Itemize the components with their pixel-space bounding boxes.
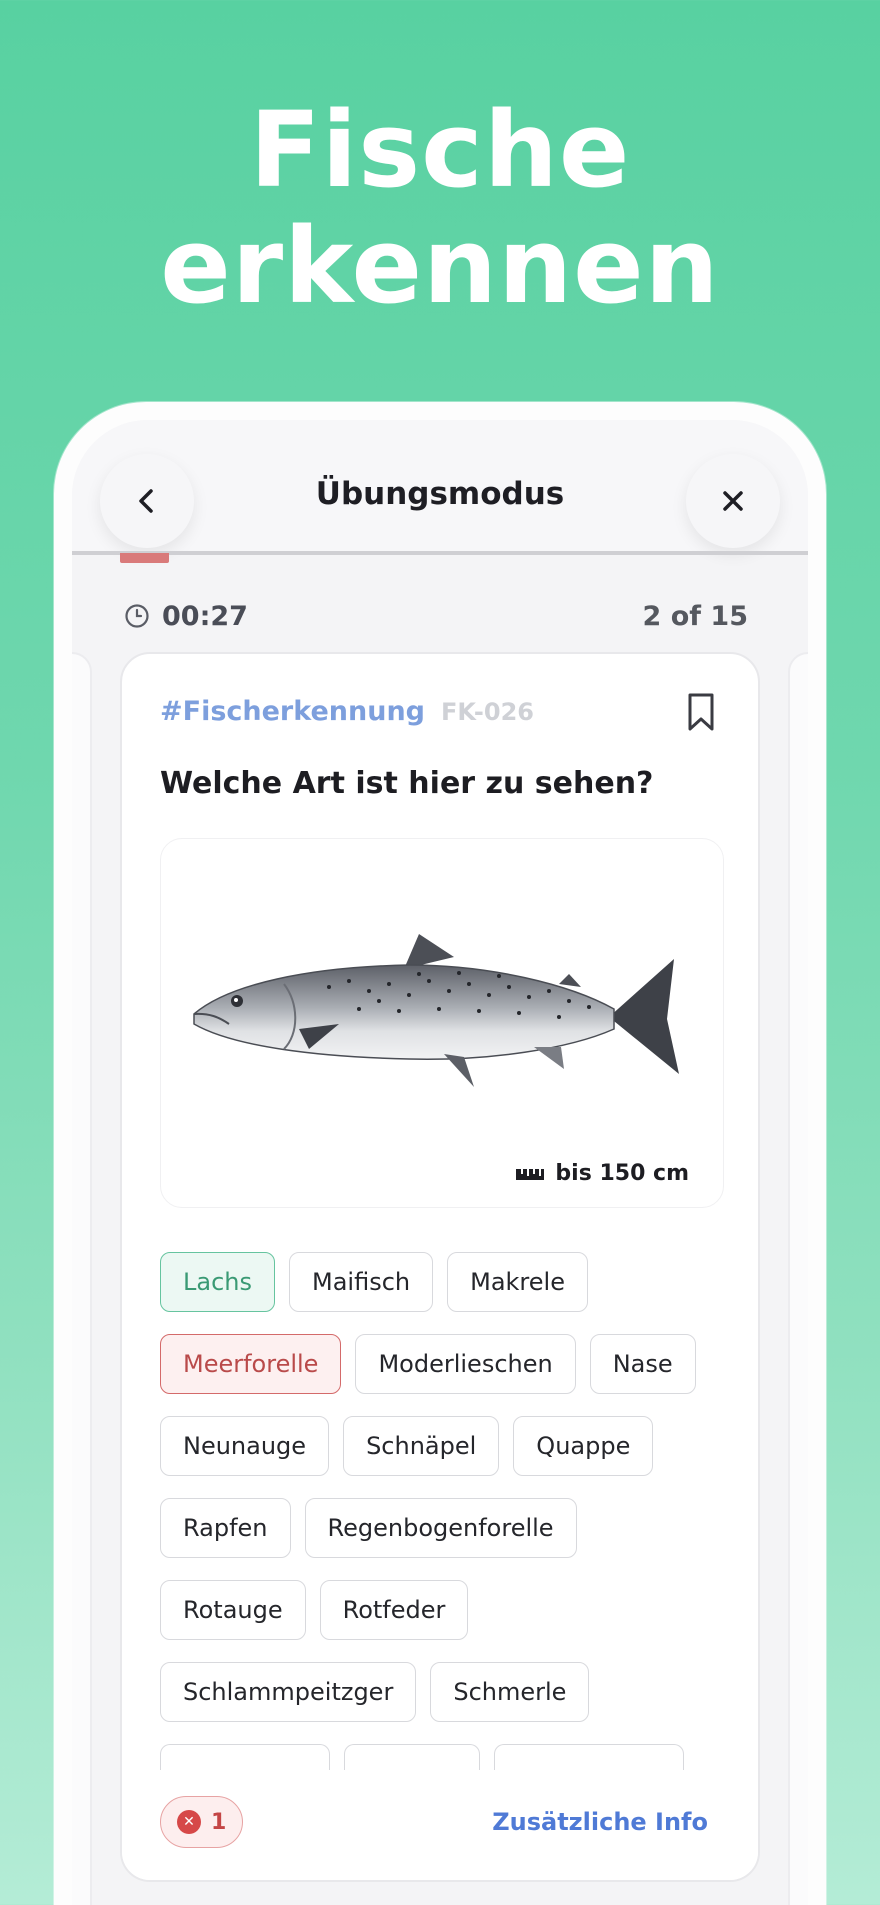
size-value: bis 150 cm (555, 1161, 689, 1186)
options-row: Lachs Maifisch Makrele (160, 1252, 740, 1312)
close-icon (723, 491, 743, 511)
option-schnaepel[interactable]: Schnäpel (343, 1416, 500, 1476)
close-button[interactable] (686, 454, 780, 548)
fish-image-box: bis 150 cm (160, 838, 724, 1208)
question-card: #Fischerkennung FK-026 Welche Art ist hi… (120, 652, 760, 1882)
question-text: Welche Art ist hier zu sehen? (160, 766, 654, 801)
status-row: 00:27 2 of 15 (124, 596, 748, 636)
hero-title-line1: Fische (249, 89, 631, 211)
hero-title: Fische erkennen (0, 92, 880, 324)
option-moderlieschen[interactable]: Moderlieschen (355, 1334, 576, 1394)
question-tags: #Fischerkennung FK-026 (160, 696, 534, 727)
previous-card-edge (72, 652, 92, 1905)
progress-fill (120, 553, 169, 563)
answer-options: Lachs Maifisch Makrele Meerforelle Moder… (160, 1252, 740, 1796)
option-maifisch[interactable]: Maifisch (289, 1252, 434, 1312)
timer: 00:27 (124, 601, 248, 632)
option-lachs[interactable]: Lachs (160, 1252, 275, 1312)
option-schlammpeitzger[interactable]: Schlammpeitzger (160, 1662, 417, 1722)
question-counter: 2 of 15 (642, 600, 748, 632)
ruler-icon (516, 1168, 545, 1180)
timer-value: 00:27 (162, 600, 248, 632)
top-bar: Übungsmodus (72, 420, 808, 554)
option-regenbogenforelle[interactable]: Regenbogenforelle (304, 1498, 577, 1558)
size-info: bis 150 cm (515, 1161, 689, 1186)
error-count: 1 (211, 1809, 227, 1835)
category-hashtag[interactable]: #Fischerkennung (160, 696, 425, 727)
fish-illustration (193, 934, 679, 1087)
bookmark-icon[interactable] (686, 692, 716, 732)
option-rotauge[interactable]: Rotauge (160, 1580, 306, 1640)
app-screen: Übungsmodus 00:27 2 of 15 #Fischerkennun… (72, 420, 808, 1905)
option-nase[interactable]: Nase (589, 1334, 696, 1394)
options-row: Meerforelle Moderlieschen Nase (160, 1334, 740, 1394)
hero-title-line2: erkennen (160, 205, 720, 327)
options-row: Rotauge Rotfeder (160, 1580, 740, 1640)
next-card-edge (788, 652, 808, 1905)
card-footer: ✕ 1 Zusätzliche Info (122, 1770, 758, 1880)
option-makrele[interactable]: Makrele (447, 1252, 588, 1312)
error-x-icon: ✕ (177, 1810, 201, 1834)
option-neunauge[interactable]: Neunauge (160, 1416, 330, 1476)
option-meerforelle[interactable]: Meerforelle (160, 1334, 342, 1394)
more-info-link[interactable]: Zusätzliche Info (492, 1808, 708, 1836)
option-rotfeder[interactable]: Rotfeder (319, 1580, 469, 1640)
options-row: Rapfen Regenbogenforelle (160, 1498, 740, 1558)
option-quappe[interactable]: Quappe (513, 1416, 654, 1476)
option-schmerle[interactable]: Schmerle (430, 1662, 590, 1722)
option-rapfen[interactable]: Rapfen (160, 1498, 291, 1558)
clock-icon (125, 604, 149, 628)
options-row: Neunauge Schnäpel Quappe (160, 1416, 740, 1476)
options-row: Schlammpeitzger Schmerle (160, 1662, 740, 1722)
question-code: FK-026 (441, 698, 534, 726)
progress-track (72, 551, 808, 555)
error-count-badge[interactable]: ✕ 1 (160, 1796, 244, 1848)
